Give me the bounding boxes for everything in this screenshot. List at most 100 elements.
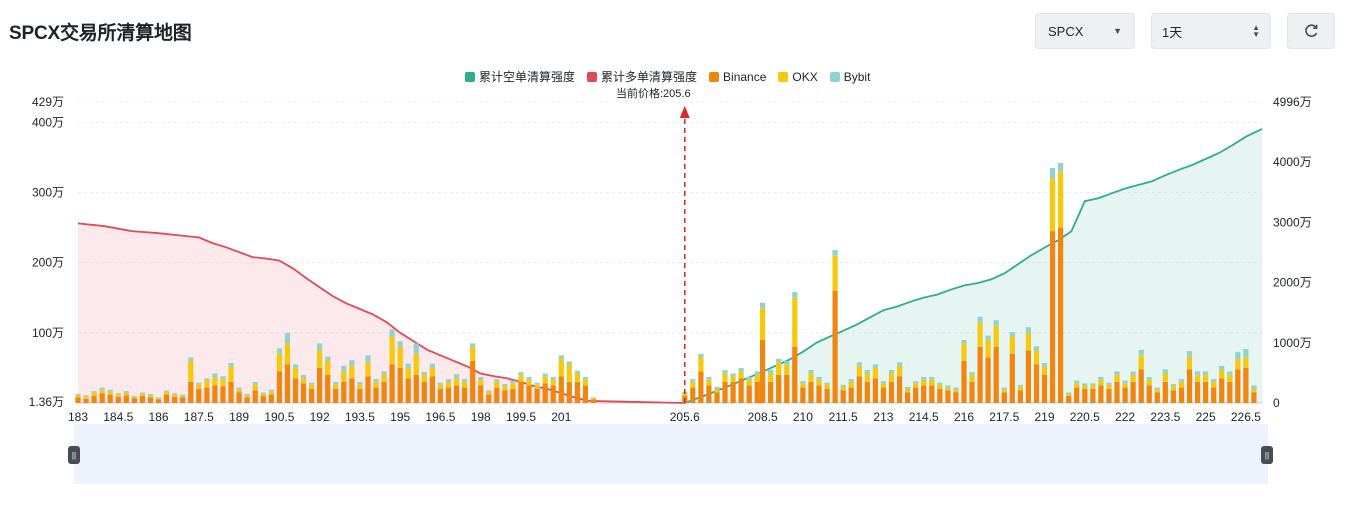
x-tick-label: 198 [471,410,491,424]
x-tick-label: 199.5 [506,410,536,424]
bar-binance [349,378,355,403]
bar-bybit [139,392,145,394]
bar-binance [566,382,572,403]
bar-okx [244,395,250,398]
bar-binance [816,385,822,403]
bar-binance [784,374,790,403]
bar-bybit [730,373,736,377]
bar-binance [236,392,242,403]
bar-binance [690,387,696,403]
bar-bybit [220,376,226,380]
bar-okx [518,374,524,382]
bar-bybit [397,341,403,347]
y-left-tick-label: 200万 [32,256,64,270]
x-tick-label: 183 [68,410,88,424]
bar-okx [188,360,194,382]
bar-binance [1146,385,1152,403]
bar-okx [1138,355,1144,370]
bar-bybit [558,355,564,359]
bar-okx [840,386,846,391]
bar-bybit [738,367,744,372]
bar-binance [808,382,814,403]
bar-binance [180,397,186,403]
x-tick-label: 205.6 [670,410,700,424]
bar-binance [333,389,339,403]
drag-handle-icon[interactable]: || [68,446,80,464]
bar-binance [147,397,154,403]
bar-okx [300,377,307,384]
bar-bybit [300,374,307,378]
y-right-tick-label: 2000万 [1273,276,1312,290]
bar-binance [542,383,548,403]
bar-okx [115,394,121,397]
bar-okx [373,382,379,388]
bar-bybit [698,353,704,358]
bar-bybit [824,382,830,385]
bar-bybit [921,377,927,380]
x-tick-label: 186 [149,410,169,424]
bar-okx [139,393,145,396]
bar-binance [550,385,556,403]
liquidation-chart: 1.36万 100万 200万 300万 400万 429万 0 1000万 2000万 3000… [29,95,1312,424]
y-left-tick-label: 300万 [32,186,64,200]
bar-bybit [75,393,81,396]
bar-bybit [123,391,129,393]
bar-binance [1211,387,1217,403]
bar-binance [389,364,395,403]
bar-bybit [381,371,387,375]
bar-binance [107,394,113,403]
bar-bybit [872,364,878,368]
x-tick-label: 222 [1115,410,1135,424]
bar-binance [115,396,121,403]
bar-bybit [880,381,886,384]
bar-okx [437,384,443,389]
bar-okx [929,379,935,386]
x-tick-label: 220.5 [1070,410,1100,424]
bar-binance [510,389,516,403]
bar-bybit [196,382,202,385]
x-tick-label: 208.5 [748,410,778,424]
bar-bybit [1235,351,1241,359]
bar-binance [317,367,323,403]
bar-okx [397,346,403,368]
bar-binance [123,395,129,403]
bar-binance [1227,382,1233,403]
bar-okx [83,396,89,399]
bar-okx [107,391,113,395]
bar-okx [921,379,927,386]
bar-okx [147,395,154,398]
bar-bybit [276,348,282,354]
bar-okx [953,389,959,393]
bar-okx [1170,386,1176,391]
bar-binance [357,389,363,403]
bar-binance [1138,369,1144,403]
bar-okx [945,387,951,391]
bar-bybit [1074,380,1080,384]
x-tick-label: 187.5 [184,410,214,424]
range-slider[interactable] [74,424,1268,484]
bar-okx [985,339,991,358]
bar-binance [1170,390,1176,403]
bar-binance [413,374,419,403]
x-tick-label: 184.5 [103,410,133,424]
x-tick-label: 189 [229,410,249,424]
bar-binance [244,397,250,403]
bar-binance [1219,378,1225,403]
x-tick-label: 214.5 [909,410,939,424]
bar-okx [164,391,170,395]
bar-okx [317,350,323,368]
bar-okx [180,396,186,398]
bar-binance [1203,382,1209,403]
bar-binance [945,390,951,403]
bar-binance [284,364,290,403]
bar-binance [228,382,234,403]
bar-okx [977,322,983,347]
bar-okx [252,384,258,391]
bar-okx [542,376,548,384]
drag-handle-icon[interactable]: || [1261,446,1273,464]
bar-okx [1219,370,1225,379]
bar-binance [309,389,315,403]
long-cumulative-area [78,223,685,403]
bar-binance [486,394,492,403]
bar-okx [91,392,97,396]
